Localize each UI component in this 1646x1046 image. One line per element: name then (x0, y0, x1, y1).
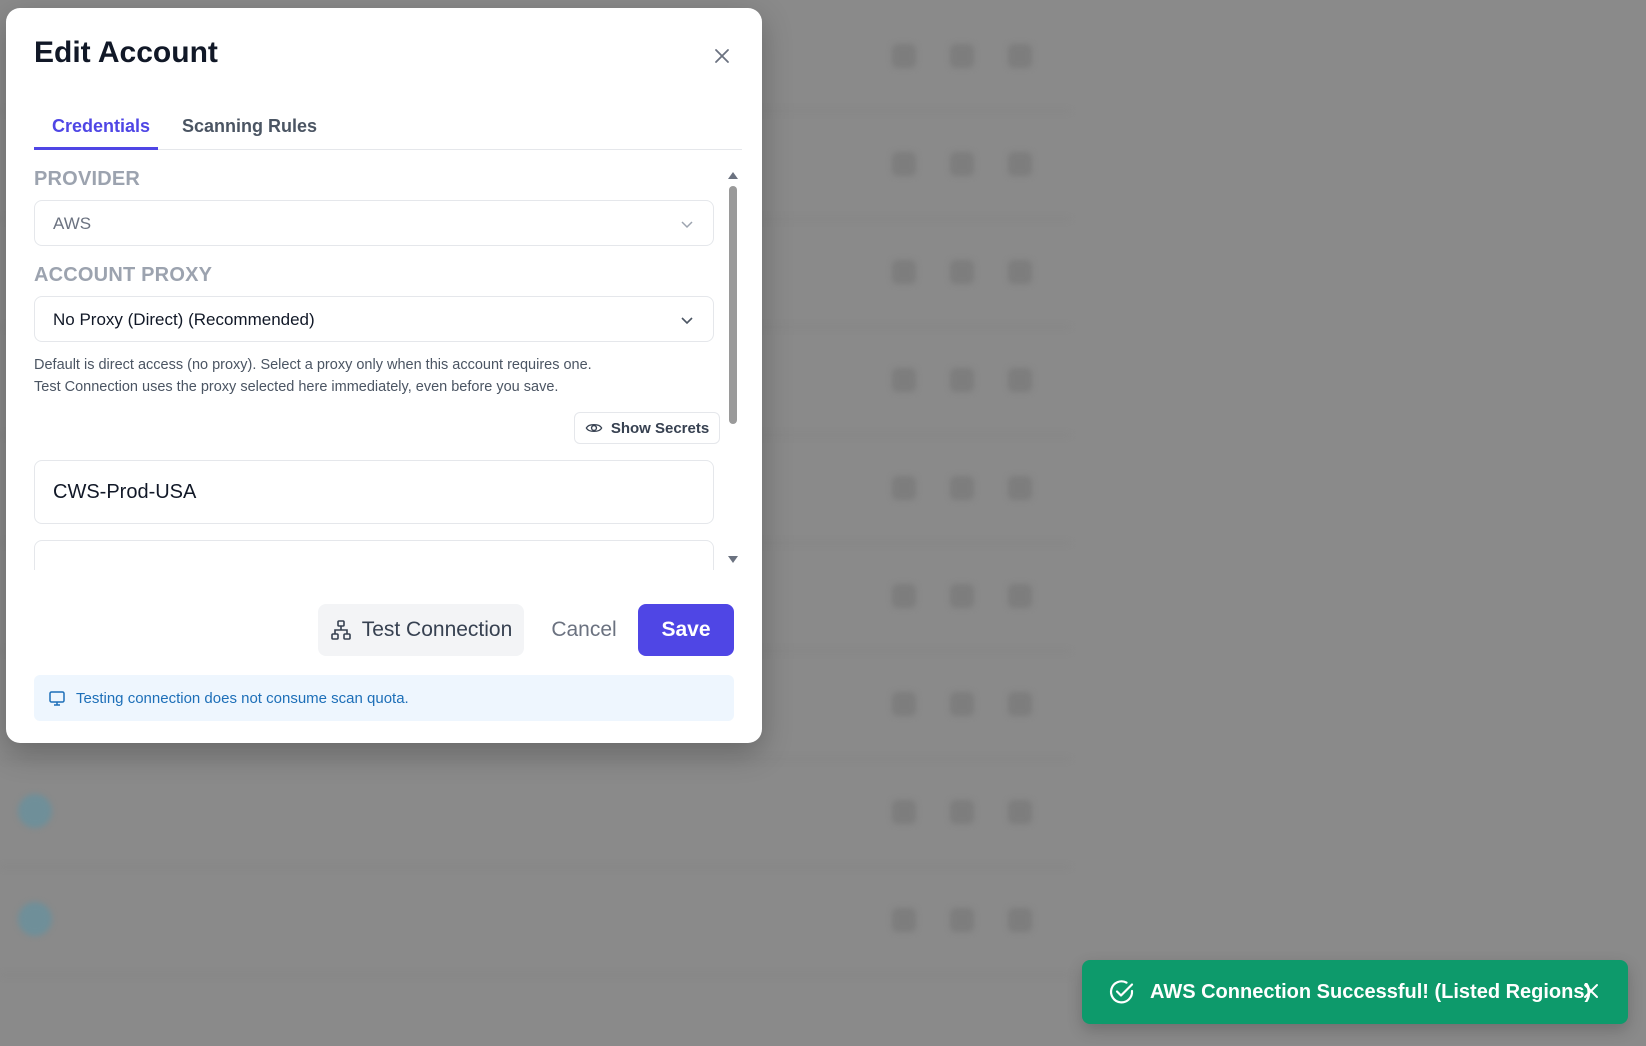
modal-title: Edit Account (34, 36, 218, 69)
scrollbar-thumb[interactable] (729, 186, 737, 424)
tab-credentials[interactable]: Credentials (52, 116, 150, 137)
test-connection-button[interactable]: Test Connection (318, 604, 524, 656)
monitor-icon (49, 691, 65, 706)
account-proxy-select-value: No Proxy (Direct) (Recommended) (53, 310, 315, 329)
account-proxy-select[interactable]: No Proxy (Direct) (Recommended) (34, 296, 714, 342)
save-button[interactable]: Save (638, 604, 734, 656)
proxy-help-text-1: Default is direct access (no proxy). Sel… (34, 357, 592, 373)
scroll-up-arrow-icon[interactable] (728, 172, 738, 179)
close-button[interactable] (708, 42, 736, 70)
provider-select-value: AWS (53, 214, 92, 233)
cancel-button[interactable]: Cancel (544, 604, 624, 656)
provider-label: PROVIDER (34, 168, 141, 190)
chevron-down-icon (681, 221, 693, 229)
show-secrets-label: Show Secrets (610, 419, 710, 437)
second-credential-field[interactable] (34, 540, 714, 570)
show-secrets-button[interactable]: Show Secrets (574, 412, 720, 444)
form-scrollbar[interactable] (726, 168, 740, 568)
network-icon (330, 620, 351, 640)
scroll-down-arrow-icon[interactable] (728, 556, 738, 563)
credentials-form: PROVIDER AWS ACCOUNT PROXY No Proxy (Dir… (34, 160, 724, 570)
list-item (0, 872, 1070, 976)
account-name-field[interactable]: CWS-Prod-USA (34, 460, 714, 524)
eye-icon (585, 423, 603, 433)
close-icon (1584, 984, 1598, 998)
close-icon (715, 49, 729, 63)
quota-info-text: Testing connection does not consume scan… (76, 689, 409, 707)
toast-close-button[interactable] (1580, 980, 1602, 1002)
tab-scanning-rules[interactable]: Scanning Rules (182, 116, 317, 137)
check-circle-icon (1109, 980, 1134, 1004)
quota-info-banner: Testing connection does not consume scan… (34, 675, 734, 721)
edit-account-modal: Edit Account Credentials Scanning Rules … (6, 8, 762, 743)
proxy-help-text-2: Test Connection uses the proxy selected … (34, 379, 559, 395)
tab-bar: Credentials Scanning Rules (34, 104, 742, 150)
toast-message: AWS Connection Successful! (Listed Regio… (1150, 980, 1592, 1003)
list-item (0, 764, 1070, 868)
chevron-down-icon (681, 317, 693, 325)
provider-select[interactable]: AWS (34, 200, 714, 246)
success-toast: AWS Connection Successful! (Listed Regio… (1082, 960, 1628, 1024)
test-connection-label: Test Connection (361, 618, 513, 641)
account-proxy-label: ACCOUNT PROXY (34, 264, 213, 286)
active-tab-indicator (34, 147, 158, 150)
